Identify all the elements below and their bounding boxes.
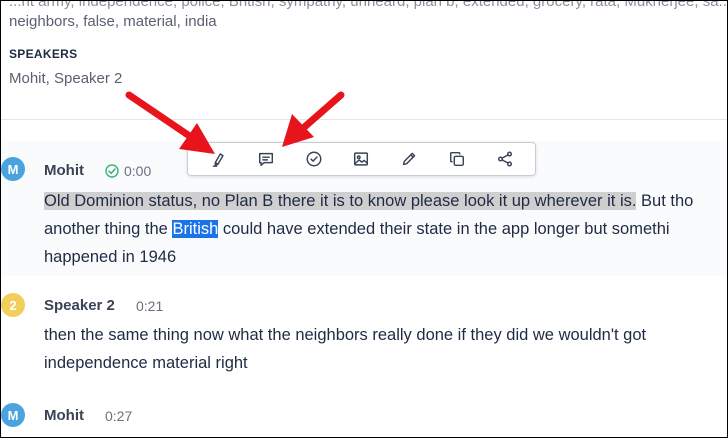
- highlighted-text: Old Dominion status, no Plan B there it …: [44, 192, 637, 210]
- selected-text: British: [172, 220, 219, 238]
- edit-button[interactable]: [395, 145, 423, 173]
- verified-check-icon: [105, 164, 119, 183]
- insert-image-button[interactable]: [347, 145, 375, 173]
- transcript-window: ...nt army, independence, police, Britis…: [0, 0, 728, 438]
- avatar[interactable]: 2: [1, 293, 25, 317]
- check-circle-icon: [306, 151, 322, 167]
- avatar[interactable]: M: [1, 403, 25, 427]
- share-button[interactable]: [491, 145, 519, 173]
- timestamp[interactable]: 0:27: [105, 408, 132, 424]
- speakers-heading: SPEAKERS: [9, 47, 78, 61]
- transcript-text[interactable]: Old Dominion status, no Plan B there it …: [44, 187, 693, 271]
- speaker-name[interactable]: Mohit: [44, 407, 84, 424]
- image-icon: [354, 152, 369, 166]
- timestamp[interactable]: 0:00: [124, 163, 151, 179]
- timestamp[interactable]: 0:21: [136, 298, 163, 314]
- comment-icon: [258, 152, 273, 167]
- transcript-text[interactable]: then the same thing now what the neighbo…: [44, 321, 646, 377]
- speakers-list: Mohit, Speaker 2: [9, 70, 123, 87]
- pencil-icon: [403, 152, 416, 166]
- avatar[interactable]: M: [1, 157, 25, 181]
- copy-button[interactable]: [443, 145, 471, 173]
- highlighter-icon: [212, 153, 224, 167]
- action-item-button[interactable]: [300, 145, 328, 173]
- divider: [1, 119, 727, 120]
- share-icon: [497, 151, 513, 167]
- keywords-partial-line: ...nt army, independence, police, Britis…: [9, 0, 728, 10]
- highlight-button[interactable]: [204, 145, 232, 173]
- comment-button[interactable]: [252, 145, 280, 173]
- copy-icon: [450, 151, 465, 167]
- speaker-name[interactable]: Mohit: [44, 162, 84, 179]
- keywords-line: neighbors, false, material, india: [9, 13, 217, 30]
- speaker-name[interactable]: Speaker 2: [44, 297, 115, 314]
- arrow-pointing-comment: [282, 91, 345, 147]
- selection-toolbar: [187, 142, 536, 176]
